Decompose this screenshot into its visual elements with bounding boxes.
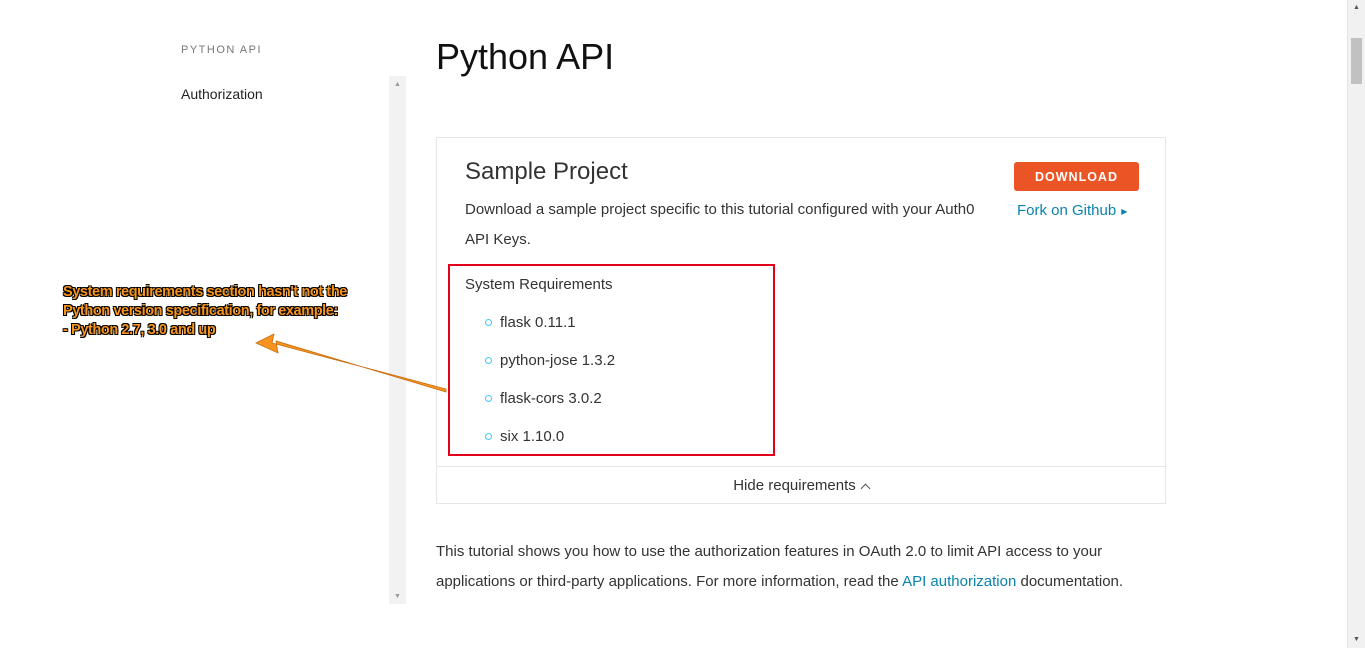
scroll-up-icon[interactable]: ▲ <box>1348 2 1365 14</box>
sample-project-title: Sample Project <box>465 158 628 185</box>
requirement-label: python-jose 1.3.2 <box>500 352 616 369</box>
list-item: six 1.10.0 <box>485 428 615 466</box>
fork-on-github-label: Fork on Github <box>1017 202 1117 219</box>
intro-text-end: documentation. <box>1016 573 1124 590</box>
page-title: Python API <box>436 36 615 77</box>
scroll-down-icon[interactable]: ▼ <box>389 592 406 602</box>
hide-requirements-label: Hide requirements <box>733 477 856 494</box>
sidebar-item-authorization[interactable]: Authorization <box>181 86 263 102</box>
download-button[interactable]: DOWNLOAD <box>1014 162 1139 191</box>
sample-project-description: Download a sample project specific to th… <box>465 201 975 248</box>
sidebar-heading: PYTHON API <box>181 44 263 56</box>
intro-paragraph: This tutorial shows you how to use the a… <box>436 537 1176 597</box>
chevron-up-icon <box>860 483 871 493</box>
requirement-label: six 1.10.0 <box>500 428 565 445</box>
requirement-label: flask-cors 3.0.2 <box>500 390 602 407</box>
requirements-list: flask 0.11.1 python-jose 1.3.2 flask-cor… <box>485 314 615 466</box>
sidebar: PYTHON API Authorization <box>181 44 401 102</box>
system-requirements-heading: System Requirements <box>465 276 613 293</box>
page-scrollbar[interactable]: ▲ ▼ <box>1347 0 1365 648</box>
hide-requirements-toggle[interactable]: Hide requirements <box>437 466 1165 505</box>
triangle-right-icon: ▶ <box>1121 206 1128 216</box>
list-item: flask-cors 3.0.2 <box>485 390 615 428</box>
scroll-down-icon[interactable]: ▼ <box>1348 634 1365 646</box>
bullet-icon <box>485 433 492 440</box>
bullet-icon <box>485 357 492 364</box>
scrollbar-thumb[interactable] <box>1351 38 1362 84</box>
scroll-up-icon[interactable]: ▲ <box>389 80 406 90</box>
list-item: python-jose 1.3.2 <box>485 352 615 390</box>
requirement-label: flask 0.11.1 <box>500 314 576 331</box>
sample-project-card: Sample Project Download a sample project… <box>436 137 1166 504</box>
bullet-icon <box>485 395 492 402</box>
fork-on-github-link[interactable]: Fork on Github ▶ <box>1017 202 1127 219</box>
api-authorization-link[interactable]: API authorization <box>902 573 1016 590</box>
list-item: flask 0.11.1 <box>485 314 615 352</box>
sidebar-scrollbar[interactable]: ▲ ▼ <box>389 76 406 604</box>
bullet-icon <box>485 319 492 326</box>
annotation-note: System requirements section hasn't not t… <box>63 284 347 338</box>
